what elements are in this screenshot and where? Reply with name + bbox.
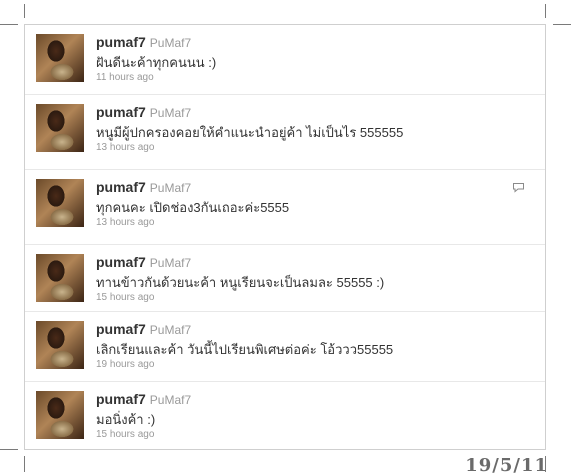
speech-bubble-icon[interactable] <box>512 182 525 193</box>
tweet-item[interactable]: pumaf7 PuMaf7 ฝันดีนะค้าทุกคนนน :) 11 hou… <box>25 25 545 95</box>
tweet-item[interactable]: pumaf7 PuMaf7 ทุกคนคะ เปิดช่อง3กันเถอะค่ะ… <box>25 170 545 245</box>
tweet-timestamp[interactable]: 13 hours ago <box>96 142 154 153</box>
author-handle[interactable]: PuMaf7 <box>150 181 191 195</box>
avatar[interactable] <box>36 321 84 369</box>
tweet-text: มอนิ่งค้า :) <box>96 412 156 427</box>
tweet-text: ทุกคนคะ เปิดช่อง3กันเถอะค่ะ5555 <box>96 200 290 215</box>
author-name[interactable]: pumaf7 <box>96 321 146 337</box>
author-name[interactable]: pumaf7 <box>96 391 146 407</box>
tweet-author[interactable]: pumaf7 PuMaf7 <box>96 321 191 337</box>
crop-mark-top-right-v <box>545 4 546 18</box>
author-handle[interactable]: PuMaf7 <box>150 106 191 120</box>
tweet-item[interactable]: pumaf7 PuMaf7 มอนิ่งค้า :) 15 hours ago <box>25 382 545 449</box>
tweet-text: ทานข้าวกันด้วยนะค้า หนูเรียนจะเป็นลมละ 5… <box>96 275 385 290</box>
tweet-author[interactable]: pumaf7 PuMaf7 <box>96 254 191 270</box>
avatar[interactable] <box>36 179 84 227</box>
tweet-timestamp[interactable]: 15 hours ago <box>96 429 154 440</box>
tweet-author[interactable]: pumaf7 PuMaf7 <box>96 179 191 195</box>
author-name[interactable]: pumaf7 <box>96 104 146 120</box>
avatar[interactable] <box>36 34 84 82</box>
author-name[interactable]: pumaf7 <box>96 179 146 195</box>
date-stamp: 19/5/11 <box>465 455 548 476</box>
tweet-timestamp[interactable]: 19 hours ago <box>96 359 154 370</box>
tweet-item[interactable]: pumaf7 PuMaf7 ทานข้าวกันด้วยนะค้า หนูเรีย… <box>25 245 545 312</box>
tweet-timeline: pumaf7 PuMaf7 ฝันดีนะค้าทุกคนนน :) 11 hou… <box>24 24 546 450</box>
tweet-item[interactable]: pumaf7 PuMaf7 เลิกเรียนและค้า วันนี้ไปเรี… <box>25 312 545 382</box>
tweet-author[interactable]: pumaf7 PuMaf7 <box>96 391 191 407</box>
crop-mark-top-left-v <box>24 4 25 18</box>
author-handle[interactable]: PuMaf7 <box>150 36 191 50</box>
tweet-text: หนูมีผู้ปกครองคอยให้คำแนะนำอยู่ค้า ไม่เป… <box>96 125 404 140</box>
author-handle[interactable]: PuMaf7 <box>150 323 191 337</box>
tweet-timestamp[interactable]: 11 hours ago <box>96 72 154 83</box>
crop-mark-bottom-left-h <box>0 449 18 450</box>
author-handle[interactable]: PuMaf7 <box>150 393 191 407</box>
author-handle[interactable]: PuMaf7 <box>150 256 191 270</box>
tweet-timestamp[interactable]: 15 hours ago <box>96 292 154 303</box>
tweet-text: ฝันดีนะค้าทุกคนนน :) <box>96 55 217 70</box>
tweet-author[interactable]: pumaf7 PuMaf7 <box>96 104 191 120</box>
tweet-item[interactable]: pumaf7 PuMaf7 หนูมีผู้ปกครองคอยให้คำแนะนำ… <box>25 95 545 170</box>
avatar[interactable] <box>36 104 84 152</box>
author-name[interactable]: pumaf7 <box>96 254 146 270</box>
tweet-text: เลิกเรียนและค้า วันนี้ไปเรียนพิเศษต่อค่ะ… <box>96 342 394 357</box>
crop-mark-top-right-h <box>553 24 571 25</box>
avatar[interactable] <box>36 391 84 439</box>
tweet-author[interactable]: pumaf7 PuMaf7 <box>96 34 191 50</box>
author-name[interactable]: pumaf7 <box>96 34 146 50</box>
tweet-timestamp[interactable]: 13 hours ago <box>96 217 154 228</box>
avatar[interactable] <box>36 254 84 302</box>
crop-mark-bottom-left-v <box>24 456 25 472</box>
crop-mark-top-left-h <box>0 24 18 25</box>
